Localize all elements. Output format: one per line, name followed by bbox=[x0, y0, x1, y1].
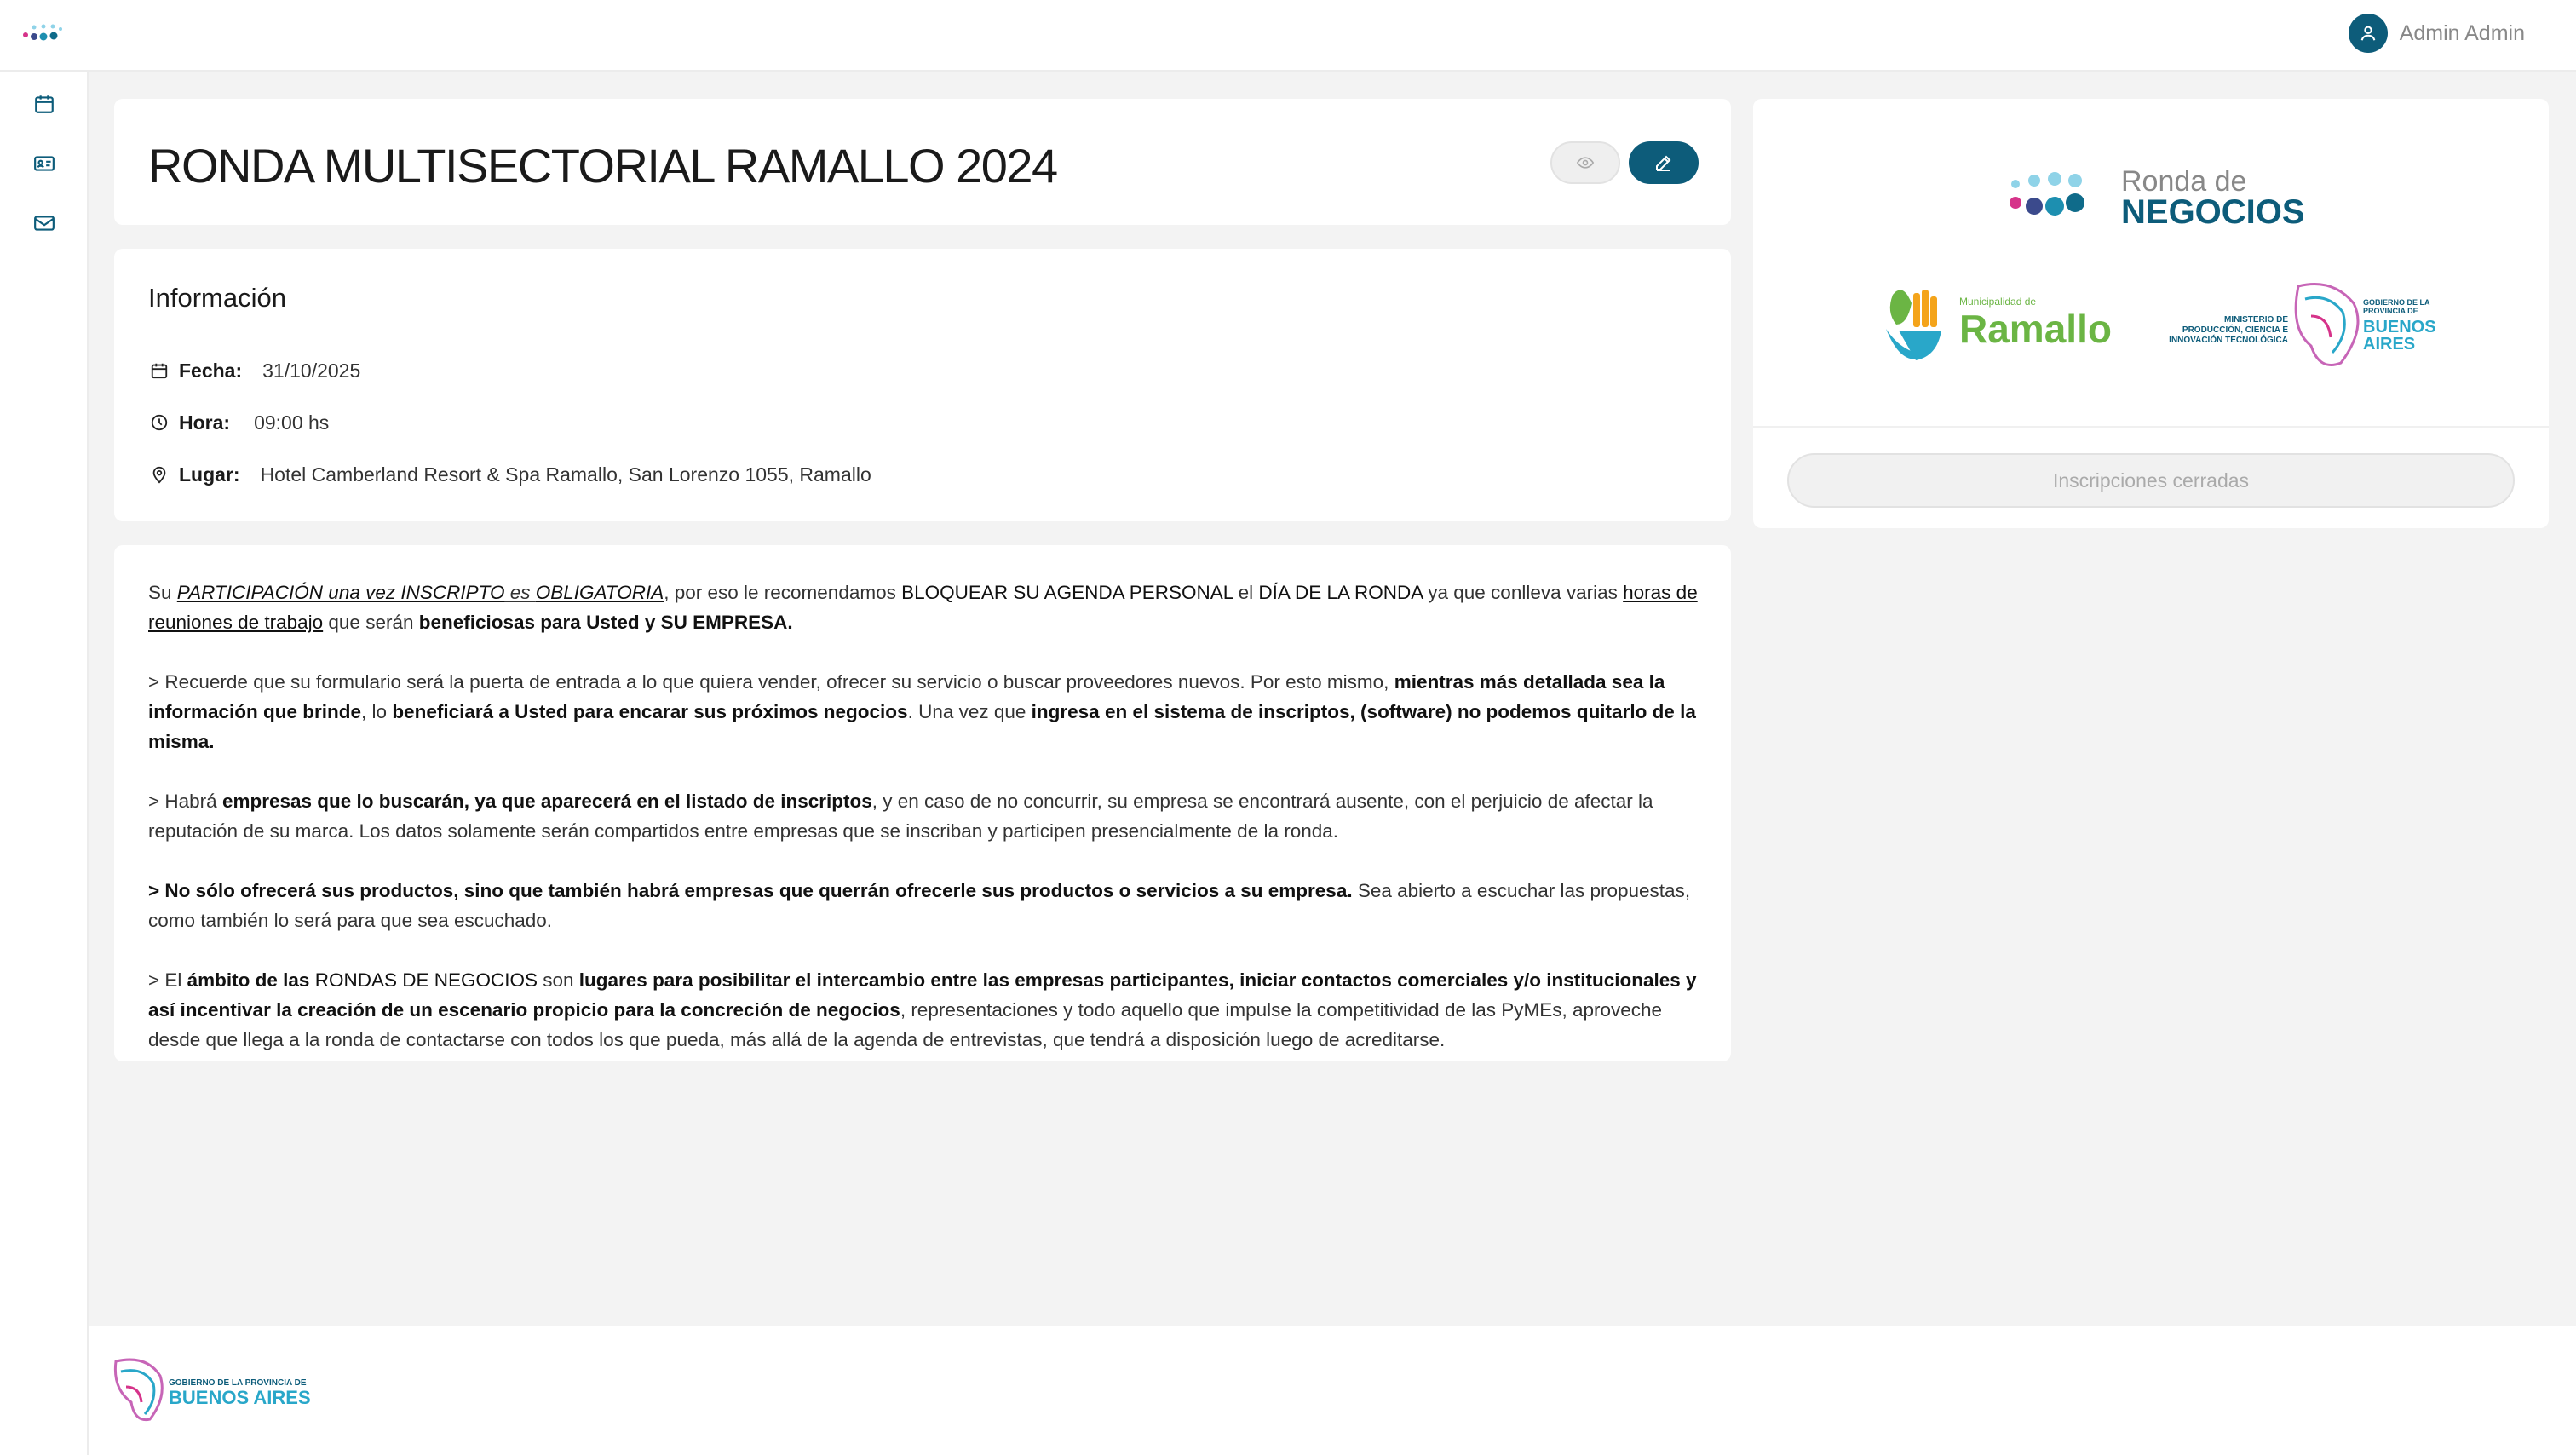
sidebar-item-id-card[interactable] bbox=[31, 150, 58, 177]
svg-text:BUENOS AIRES: BUENOS AIRES bbox=[169, 1387, 311, 1408]
svg-text:MINISTERIO DE: MINISTERIO DE bbox=[2224, 315, 2288, 325]
description-paragraph: Su PARTICIPACIÓN una vez INSCRIPTO es OB… bbox=[148, 582, 1698, 633]
info-hora: Hora: 09:00 hs bbox=[148, 408, 329, 437]
description-paragraph: > No sólo ofrecerá sus productos, sino q… bbox=[148, 880, 1691, 931]
event-title-card: RONDA MULTISECTORIAL RAMALLO 2024 bbox=[114, 99, 1731, 225]
user-icon bbox=[2348, 14, 2388, 53]
svg-text:Ramallo: Ramallo bbox=[1959, 307, 2112, 351]
top-bar: Admin Admin bbox=[0, 0, 2576, 72]
svg-text:NEGOCIOS: NEGOCIOS bbox=[2121, 193, 2305, 227]
ronda-de-negocios-logo: Ronda de NEGOCIOS bbox=[2010, 165, 2305, 227]
map-pin-icon bbox=[148, 463, 170, 486]
footer-buenos-aires-logo: GOBIERNO DE LA PROVINCIA DE BUENOS AIRES bbox=[113, 1358, 311, 1422]
sponsors-card: Ronda de NEGOCIOS Municipalidad de Ramal… bbox=[1753, 99, 2549, 528]
svg-text:PROVINCIA DE: PROVINCIA DE bbox=[2363, 307, 2418, 315]
sidebar-item-mail[interactable] bbox=[31, 210, 58, 237]
svg-text:INNOVACIÓN TECNOLÓGICA: INNOVACIÓN TECNOLÓGICA bbox=[2169, 334, 2288, 345]
svg-text:PRODUCCIÓN, CIENCIA E: PRODUCCIÓN, CIENCIA E bbox=[2182, 324, 2288, 335]
calendar-icon bbox=[35, 95, 54, 113]
description-paragraph: > Habrá empresas que lo buscarán, ya que… bbox=[148, 791, 1653, 842]
eye-icon bbox=[1576, 157, 1595, 169]
info-card: Información Fecha: 31/10/2025 Hora: 09:0… bbox=[114, 249, 1731, 521]
fecha-label: Fecha: bbox=[179, 359, 243, 382]
page-title: RONDA MULTISECTORIAL RAMALLO 2024 bbox=[148, 139, 1058, 193]
mail-icon bbox=[34, 216, 55, 231]
hora-label: Hora: bbox=[179, 411, 231, 434]
app-logo-icon[interactable] bbox=[22, 20, 65, 46]
pencil-icon bbox=[1656, 155, 1671, 171]
id-card-icon bbox=[34, 156, 55, 171]
lugar-label: Lugar: bbox=[179, 463, 240, 486]
event-description: Su PARTICIPACIÓN una vez INSCRIPTO es OB… bbox=[148, 578, 1707, 1084]
description-card: Su PARTICIPACIÓN una vez INSCRIPTO es OB… bbox=[114, 545, 1731, 1061]
sidebar bbox=[0, 72, 89, 1455]
svg-text:BUENOS: BUENOS bbox=[2363, 318, 2436, 336]
info-fecha: Fecha: 31/10/2025 bbox=[148, 356, 360, 385]
ramallo-logo: Municipalidad de Ramallo bbox=[1886, 290, 2112, 360]
calendar-icon bbox=[148, 359, 170, 382]
info-lugar: Lugar: Hotel Camberland Resort & Spa Ram… bbox=[148, 460, 871, 489]
info-heading: Información bbox=[148, 283, 286, 313]
svg-text:Municipalidad de: Municipalidad de bbox=[1959, 296, 2036, 308]
footer: GOBIERNO DE LA PROVINCIA DE BUENOS AIRES bbox=[89, 1326, 2576, 1455]
description-paragraph: > El ámbito de las RONDAS DE NEGOCIOS so… bbox=[148, 969, 1697, 1050]
buenos-aires-ministerio-logo: MINISTERIO DE PRODUCCIÓN, CIENCIA E INNO… bbox=[2169, 283, 2436, 366]
user-menu[interactable]: Admin Admin bbox=[2348, 12, 2525, 55]
clock-icon bbox=[148, 411, 170, 434]
sponsors-logos: Ronda de NEGOCIOS Municipalidad de Ramal… bbox=[1753, 99, 2549, 428]
edit-button[interactable] bbox=[1629, 141, 1699, 184]
lugar-value: Hotel Camberland Resort & Spa Ramallo, S… bbox=[260, 463, 871, 486]
sidebar-item-calendar[interactable] bbox=[31, 90, 58, 118]
hora-value: 09:00 hs bbox=[254, 411, 330, 434]
fecha-value: 31/10/2025 bbox=[262, 359, 361, 382]
svg-text:GOBIERNO DE LA: GOBIERNO DE LA bbox=[2363, 298, 2430, 307]
view-button[interactable] bbox=[1550, 141, 1620, 184]
description-paragraph: > Recuerde que su formulario será la pue… bbox=[148, 671, 1696, 752]
user-name: Admin Admin bbox=[2399, 20, 2525, 45]
svg-text:AIRES: AIRES bbox=[2363, 335, 2415, 354]
registration-closed-button[interactable]: Inscripciones cerradas bbox=[1787, 453, 2515, 508]
